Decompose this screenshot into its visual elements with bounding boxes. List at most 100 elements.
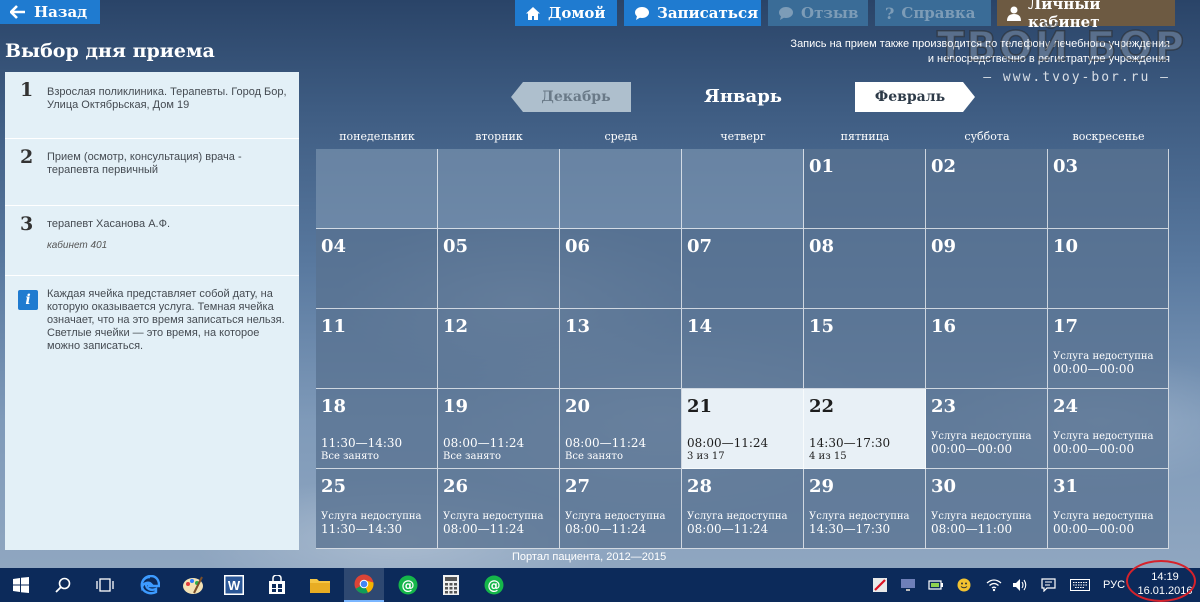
chrome-icon[interactable] <box>344 568 384 602</box>
weekday-label: воскресенье <box>1072 130 1145 143</box>
time-range: 00:00—00:00 <box>1053 362 1135 376</box>
day-status: Услуга недоступна <box>443 511 544 522</box>
calendar-day-cell[interactable]: 17 Услуга недоступна 00:00—00:00 <box>1048 309 1169 389</box>
book-appointment-label: Записаться <box>657 4 759 22</box>
weekday-label: суббота <box>964 130 1010 143</box>
day-number: 07 <box>687 236 713 257</box>
calendar-day-cell[interactable]: 21 08:00—11:24 3 из 17 <box>682 389 804 469</box>
keyboard-icon[interactable] <box>1068 568 1092 602</box>
calendar-day-cell[interactable]: 27 Услуга недоступна 08:00—11:24 <box>560 469 682 549</box>
help-button[interactable]: ? Справка <box>875 0 991 26</box>
speech-bubble-icon <box>635 6 649 20</box>
review-button[interactable]: Отзыв <box>768 0 868 26</box>
personal-cabinet-button[interactable]: Личный кабинет <box>997 0 1175 31</box>
language-indicator[interactable]: РУС <box>1100 568 1128 602</box>
calculator-icon[interactable] <box>431 568 471 602</box>
store-icon[interactable] <box>257 568 297 602</box>
monitor-tray-icon[interactable] <box>898 568 918 602</box>
calendar-day-cell[interactable]: 15 <box>804 309 926 389</box>
smiley-tray-icon[interactable] <box>954 568 974 602</box>
availability-count: 4 из 15 <box>809 451 847 462</box>
calendar-day-cell[interactable]: 13 <box>560 309 682 389</box>
word-icon[interactable]: W <box>214 568 254 602</box>
time-range: 08:00—11:24 <box>443 522 525 536</box>
calendar-day-cell[interactable]: 25 Услуга недоступна 11:30—14:30 <box>316 469 438 549</box>
calendar-day-cell[interactable]: 07 <box>682 229 804 309</box>
calendar-day-cell[interactable]: 20 08:00—11:24 Все занято <box>560 389 682 469</box>
day-number: 30 <box>931 476 957 497</box>
paint-icon[interactable] <box>173 568 213 602</box>
calendar-day-cell[interactable]: 23 Услуга недоступна 00:00—00:00 <box>926 389 1048 469</box>
day-status: Услуга недоступна <box>1053 431 1154 442</box>
day-number: 17 <box>1053 316 1079 337</box>
calendar-day-cell[interactable]: 11 <box>316 309 438 389</box>
calendar-day-cell[interactable]: 29 Услуга недоступна 14:30—17:30 <box>804 469 926 549</box>
calendar-day-cell[interactable]: 22 14:30—17:30 4 из 15 <box>804 389 926 469</box>
day-number: 08 <box>809 236 835 257</box>
calendar-day-cell[interactable]: 05 <box>438 229 560 309</box>
calendar-day-cell[interactable]: 18 11:30—14:30 Все занято <box>316 389 438 469</box>
calendar-day-cell[interactable]: 31 Услуга недоступна 00:00—00:00 <box>1048 469 1169 549</box>
mail-agent-icon[interactable]: @ <box>474 568 514 602</box>
calendar-day-cell[interactable]: 03 <box>1048 149 1169 229</box>
prev-month-button[interactable]: Декабрь <box>511 82 631 112</box>
system-clock[interactable]: 14:19 16.01.2016 <box>1135 570 1195 598</box>
calendar-day-cell[interactable]: 02 <box>926 149 1048 229</box>
book-appointment-button[interactable]: Записаться <box>624 0 761 26</box>
day-number: 06 <box>565 236 591 257</box>
speech-bubble-icon <box>779 6 793 20</box>
volume-icon[interactable] <box>1010 568 1030 602</box>
user-icon <box>1007 6 1021 21</box>
calendar-day-cell[interactable]: 04 <box>316 229 438 309</box>
calendar-day-cell[interactable]: 14 <box>682 309 804 389</box>
edge-icon[interactable] <box>130 568 170 602</box>
windows-start-icon[interactable] <box>1 568 41 602</box>
review-button-label: Отзыв <box>801 4 859 22</box>
next-month-button[interactable]: Февраль <box>855 82 975 112</box>
calendar-day-cell[interactable]: 28 Услуга недоступна 08:00—11:24 <box>682 469 804 549</box>
step-doctor[interactable]: 3 терапевт Хасанова А.Ф. кабинет 401 <box>5 206 299 276</box>
task-view-icon[interactable] <box>85 568 125 602</box>
back-button-label: Назад <box>34 3 88 21</box>
day-number: 20 <box>565 396 591 417</box>
day-number: 03 <box>1053 156 1079 177</box>
step-text: Взрослая поликлиника. Терапевты. Город Б… <box>47 86 287 111</box>
day-status: Услуга недоступна <box>565 511 666 522</box>
file-explorer-icon[interactable] <box>300 568 340 602</box>
calendar-day-cell[interactable]: 12 <box>438 309 560 389</box>
calendar-day-cell[interactable]: 06 <box>560 229 682 309</box>
arrow-left-icon <box>10 5 25 19</box>
search-icon[interactable] <box>43 568 83 602</box>
time-range: 14:30—17:30 <box>809 522 891 536</box>
day-status: Услуга недоступна <box>931 511 1032 522</box>
flag-tray-icon[interactable] <box>870 568 890 602</box>
calendar-day-cell[interactable]: 16 <box>926 309 1048 389</box>
calendar-day-cell[interactable]: 26 Услуга недоступна 08:00—11:24 <box>438 469 560 549</box>
time-range: 14:30—17:30 <box>809 436 891 450</box>
mail-agent-icon[interactable]: @ <box>388 568 428 602</box>
step-service[interactable]: 2 Прием (осмотр, консультация) врача - т… <box>5 139 299 206</box>
time-range: 08:00—11:24 <box>443 436 525 450</box>
wifi-icon[interactable] <box>984 568 1004 602</box>
day-number: 16 <box>931 316 957 337</box>
watermark-logo: ТВОЙ БОР <box>936 23 1186 71</box>
back-button[interactable]: Назад <box>0 0 100 24</box>
calendar-day-cell[interactable]: 09 <box>926 229 1048 309</box>
calendar-day-cell[interactable]: 08 <box>804 229 926 309</box>
calendar-day-cell[interactable]: 24 Услуга недоступна 00:00—00:00 <box>1048 389 1169 469</box>
home-button[interactable]: Домой <box>515 0 617 26</box>
calendar-day-cell[interactable]: 10 <box>1048 229 1169 309</box>
day-number: 24 <box>1053 396 1079 417</box>
svg-text:@: @ <box>402 579 415 594</box>
step-number: 2 <box>20 146 34 168</box>
day-number: 31 <box>1053 476 1079 497</box>
calendar-day-cell[interactable]: 19 08:00—11:24 Все занято <box>438 389 560 469</box>
weekday-header: понедельник вторник среда четверг пятниц… <box>316 130 1169 143</box>
calendar-day-cell[interactable]: 01 <box>804 149 926 229</box>
day-number: 11 <box>321 316 347 337</box>
action-center-icon[interactable] <box>1038 568 1058 602</box>
time-range: 08:00—11:24 <box>565 436 647 450</box>
calendar-day-cell[interactable]: 30 Услуга недоступна 08:00—11:00 <box>926 469 1048 549</box>
step-clinic[interactable]: 1 Взрослая поликлиника. Терапевты. Город… <box>5 72 299 139</box>
battery-tray-icon[interactable] <box>926 568 946 602</box>
